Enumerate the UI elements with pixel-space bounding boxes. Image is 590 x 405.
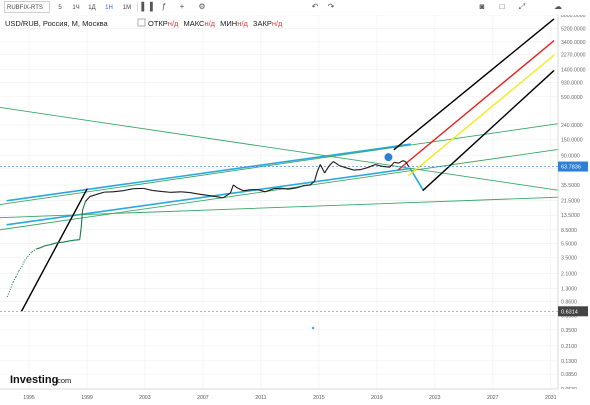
price-segment xyxy=(73,239,80,241)
x-tick-label: 2007 xyxy=(197,395,209,401)
y-tick-label: 0.3500 xyxy=(561,328,577,334)
y-tick-label: 3400.0000 xyxy=(561,40,586,46)
price-segment xyxy=(170,191,182,193)
toolbar-divider xyxy=(137,2,138,12)
legend-close-label: ЗАКР xyxy=(253,19,272,28)
y-tick-label: 21.5000 xyxy=(561,199,580,205)
data-point-marker xyxy=(311,326,315,330)
x-tick-label: 2023 xyxy=(429,395,441,401)
interval-1m-button[interactable]: 1М xyxy=(120,1,134,13)
redo-icon[interactable]: ↷ xyxy=(325,1,337,13)
y-tick-label: 8.5000 xyxy=(561,228,577,234)
symbol-search-input[interactable]: RUBFIX-RTS xyxy=(4,1,50,13)
fullscreen-icon[interactable]: ⤢ xyxy=(516,1,528,13)
x-tick-label: 2003 xyxy=(139,395,151,401)
y-tick-label: 0.2100 xyxy=(561,344,577,350)
cloud-icon[interactable]: ☁ xyxy=(552,1,564,13)
interval-1w-button[interactable]: 1Н xyxy=(102,1,116,13)
square-icon[interactable]: □ xyxy=(496,1,508,13)
y-tick-label: 5.5000 xyxy=(561,241,577,247)
y-tick-label: 0.1300 xyxy=(561,359,577,365)
legend-close-value: н/д xyxy=(272,19,283,28)
legend-open-label: ОТКР xyxy=(148,19,168,28)
logo-brand: Investing xyxy=(10,374,58,386)
price-segment xyxy=(181,191,190,194)
x-tick-label: 2027 xyxy=(487,395,499,401)
settings-icon[interactable]: ⚙ xyxy=(196,1,208,13)
x-tick-label: 1999 xyxy=(81,395,93,401)
plot-background xyxy=(0,15,590,405)
indicators-icon[interactable]: ƒ xyxy=(158,1,170,13)
compare-icon[interactable]: + xyxy=(176,1,188,13)
y-tick-label: 35.5000 xyxy=(561,183,580,189)
x-tick-label: 2019 xyxy=(371,395,383,401)
investing-logo: Investing .com xyxy=(10,374,71,386)
interval-1h-button[interactable]: 1Ч xyxy=(70,1,82,13)
y-tick-label: 2270.0000 xyxy=(561,53,586,59)
y-tick-label: 3.5000 xyxy=(561,256,577,262)
y-tick-label: 590.0000 xyxy=(561,95,583,101)
legend-ohlc: ОТКРн/д МАКСн/д МИНн/д ЗАКРн/д xyxy=(148,19,283,28)
chart-type-icon[interactable]: ▌▐ xyxy=(141,1,153,13)
y-tick-label: 150.0000 xyxy=(561,138,583,144)
interval-5-button[interactable]: 5 xyxy=(54,1,66,13)
y-tick-label: 13.5000 xyxy=(561,213,580,219)
legend-low-value: н/д xyxy=(237,19,248,28)
undo-icon[interactable]: ↶ xyxy=(309,1,321,13)
x-tick-label: 1995 xyxy=(23,395,35,401)
y-tick-label: 0.0850 xyxy=(561,372,577,378)
current-price-label: 63.7836 xyxy=(561,165,581,171)
legend-high-label: МАКС xyxy=(184,19,206,28)
reference-level-label: 0.6314 xyxy=(561,309,578,315)
legend-high-value: н/д xyxy=(204,19,215,28)
y-tick-label: 8000.0000 xyxy=(561,15,586,19)
anchor-point-marker xyxy=(384,153,393,162)
y-tick-label: 930.0000 xyxy=(561,80,583,86)
camera-icon[interactable]: ◙ xyxy=(476,1,488,13)
legend-open-value: н/д xyxy=(168,19,179,28)
price-segment xyxy=(382,165,390,168)
x-tick-label: 2011 xyxy=(255,395,266,401)
y-tick-label: 1400.0000 xyxy=(561,68,586,74)
y-tick-label: 90.0000 xyxy=(561,154,580,160)
price-segment xyxy=(162,191,172,193)
legend-instrument: USD/RUB, Россия, M, Москва xyxy=(5,19,109,28)
chart-toolbar: RUBFIX-RTS 5 1Ч 1Д 1Н 1М ▌▐ ƒ + ⚙ ↶ ↷ ◙ … xyxy=(0,0,590,16)
legend-low-label: МИН xyxy=(220,19,237,28)
y-tick-label: 5200.0000 xyxy=(561,27,586,33)
y-tick-label: 0.8600 xyxy=(561,300,577,306)
interval-1d-button[interactable]: 1Д xyxy=(86,1,98,13)
price-segment xyxy=(56,241,63,244)
x-tick-label: 2031 xyxy=(545,395,557,401)
logo-suffix: .com xyxy=(55,376,71,385)
chart-canvas[interactable]: USD/RUB, Россия, M, Москва ОТКРн/д МАКСн… xyxy=(0,15,590,405)
y-tick-label: 1.3000 xyxy=(561,287,577,293)
y-tick-label: 2.1000 xyxy=(561,272,577,278)
price-segment xyxy=(353,168,361,171)
y-tick-label: 240.0000 xyxy=(561,123,583,129)
x-tick-label: 2015 xyxy=(313,395,325,401)
